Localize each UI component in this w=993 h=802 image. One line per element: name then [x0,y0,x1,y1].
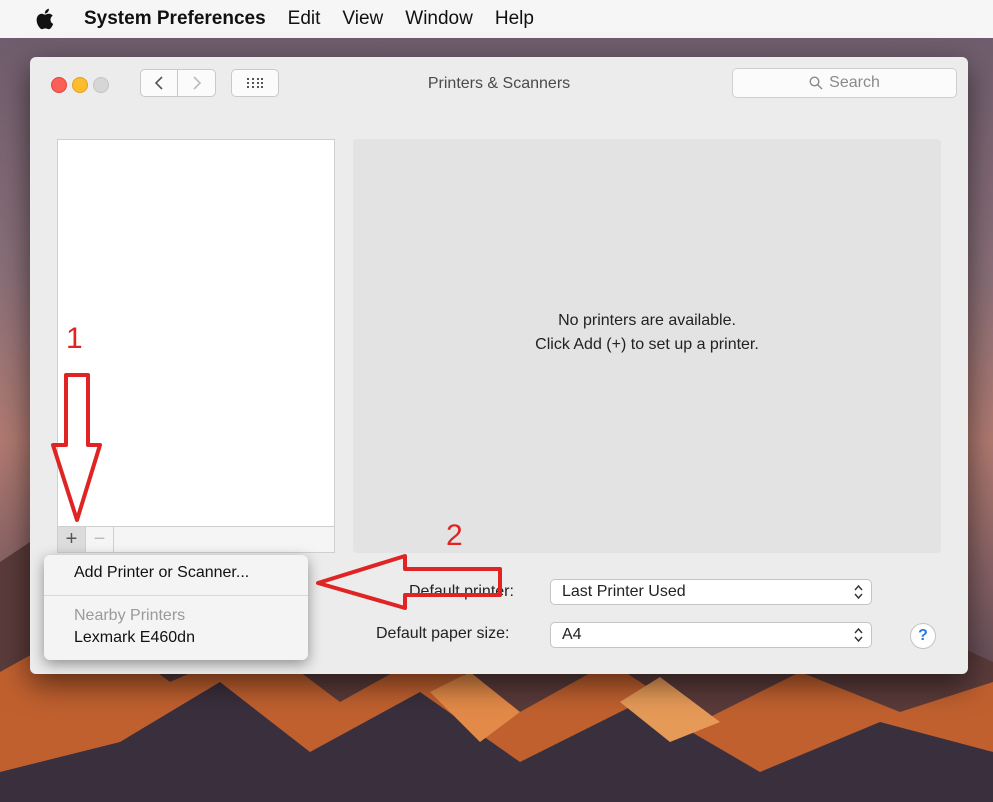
menu-window[interactable]: Window [405,8,473,30]
no-printers-message: No printers are available. Click Add (+)… [353,309,941,357]
add-printer-button[interactable]: + [58,527,86,552]
nearby-printer-item[interactable]: Lexmark E460dn [74,629,195,647]
annotation-step-1: 1 [66,322,83,355]
menu-app-name[interactable]: System Preferences [84,8,266,30]
menu-help[interactable]: Help [495,8,534,30]
paper-size-popup[interactable]: A4 [550,622,872,648]
remove-printer-button[interactable]: − [86,527,114,552]
default-printer-popup[interactable]: Last Printer Used [550,579,872,605]
printer-list[interactable] [57,139,335,527]
title-bar: Printers & Scanners Search [30,57,968,111]
help-button[interactable]: ? [910,623,936,649]
default-printer-label: Default printer: [409,583,514,600]
no-printers-line1: No printers are available. [558,312,736,329]
menu-separator [44,595,308,596]
no-printers-line2: Click Add (+) to set up a printer. [535,336,759,353]
search-placeholder: Search [829,74,880,91]
add-printer-or-scanner-item[interactable]: Add Printer or Scanner... [74,564,249,582]
printer-list-toolbar: + − [57,527,335,553]
apple-icon[interactable] [34,7,54,31]
search-field[interactable]: Search [732,68,957,98]
default-printer-value: Last Printer Used [562,583,686,600]
paper-size-value: A4 [562,626,582,643]
printer-detail-pane: No printers are available. Click Add (+)… [353,139,941,553]
updown-arrows-icon [854,627,863,643]
menu-edit[interactable]: Edit [288,8,321,30]
updown-arrows-icon [854,584,863,600]
menu-bar: System Preferences Edit View Window Help [0,0,993,38]
add-printer-menu: Add Printer or Scanner... Nearby Printer… [44,555,308,660]
annotation-step-2: 2 [446,519,463,552]
default-paper-size-label: Default paper size: [376,625,510,642]
search-icon [809,76,823,90]
menu-view[interactable]: View [342,8,383,30]
nearby-printers-header: Nearby Printers [74,607,186,624]
